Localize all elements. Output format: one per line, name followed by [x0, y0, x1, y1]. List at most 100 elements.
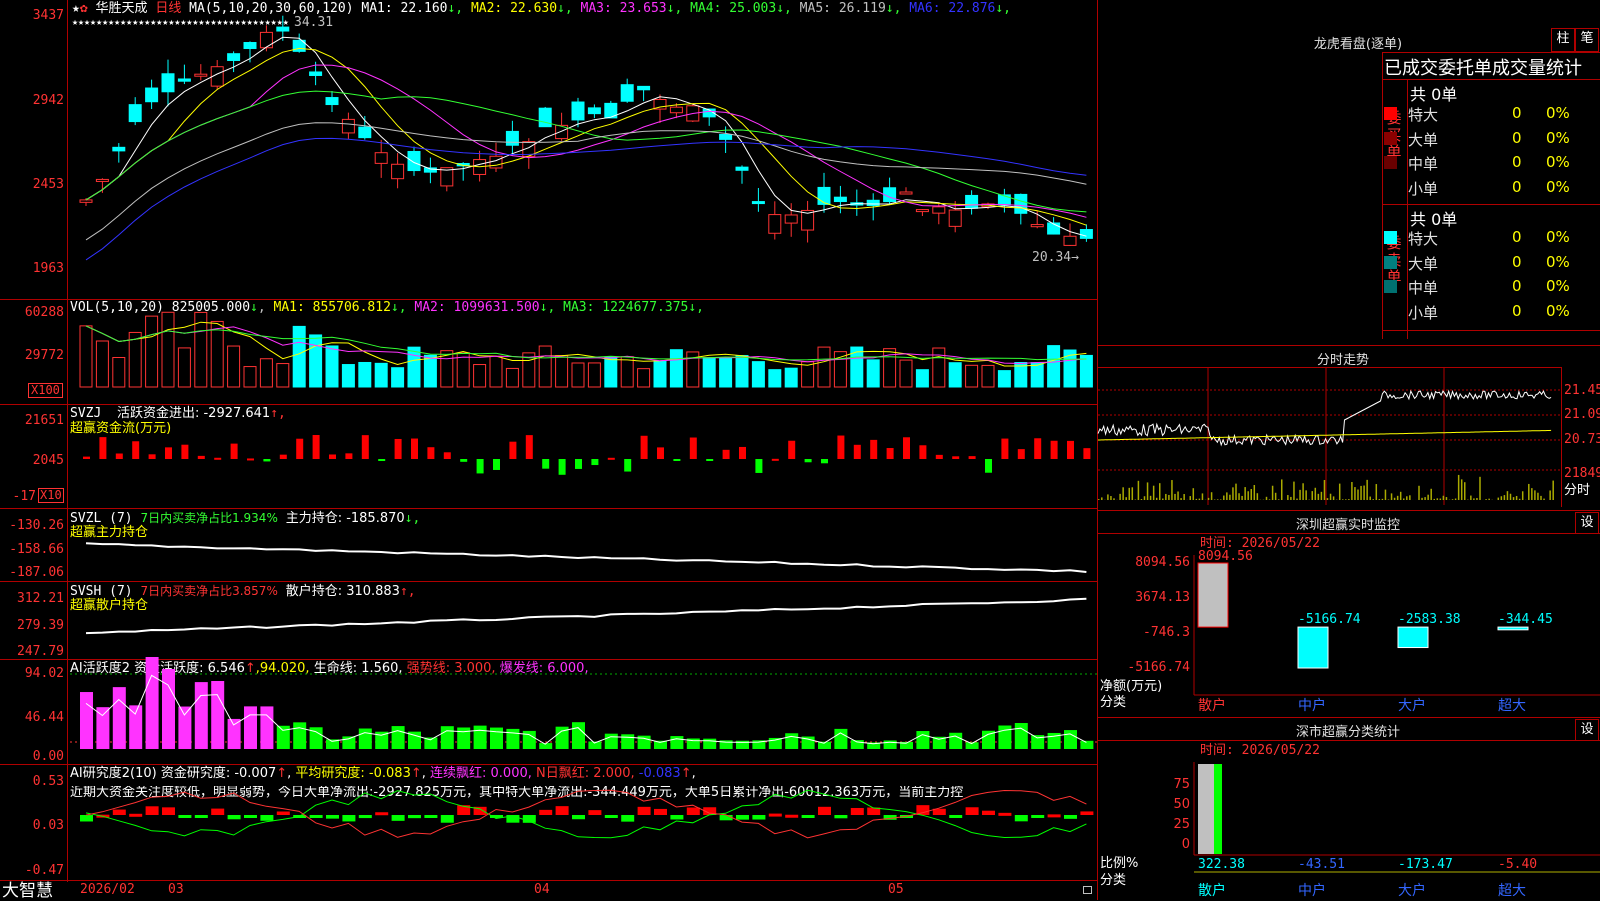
- intraday-vol-bar: [1519, 499, 1521, 500]
- research-bar: [769, 814, 782, 817]
- research-bar: [687, 808, 700, 815]
- classify-value-label: -5.40: [1498, 857, 1537, 872]
- ai-activity-panel[interactable]: AI活跃度2 资金活跃度: 6.546↑,94.020, 生命线: 1.560,…: [0, 659, 1097, 764]
- fund-flow-bar: [739, 447, 746, 459]
- intraday-vol-bar: [1366, 480, 1368, 500]
- intraday-panel[interactable]: 分时走势 21.45 21.09 20.73 21849 分时: [1098, 345, 1600, 510]
- brand-logo: 大智慧: [2, 882, 53, 900]
- ma-line-3: [86, 65, 1086, 217]
- volume-bars: [0, 299, 1097, 404]
- activity-bar: [1080, 741, 1093, 749]
- intraday-vol-bar: [1443, 496, 1445, 500]
- research-bar: [162, 807, 175, 815]
- svsh-panel[interactable]: SVSH (7) 7日内买卖净占比3.857% 散户持仓: 310.883↑, …: [0, 581, 1097, 659]
- intraday-vol-bar: [1257, 493, 1259, 500]
- intraday-vol-bar: [1461, 479, 1463, 500]
- activity-bar: [80, 692, 93, 749]
- research-bar: [1015, 815, 1028, 821]
- intraday-vol-bar: [1165, 494, 1167, 500]
- intraday-vol-bar: [1528, 484, 1530, 500]
- monitor-bar-散户: [1198, 563, 1228, 627]
- fund-flow-bar: [837, 436, 844, 459]
- fund-flow-bar: [280, 455, 287, 459]
- intraday-vol-bar: [1159, 483, 1161, 500]
- fund-flow-bar: [641, 436, 648, 459]
- research-bar: [982, 811, 995, 815]
- intraday-vol-bar: [1196, 499, 1198, 500]
- research-bar: [392, 815, 405, 821]
- classify-bar-retail-stripe: [1214, 764, 1222, 854]
- intraday-vol-bar: [1507, 491, 1509, 500]
- intraday-vol-bar: [1421, 498, 1423, 500]
- classify-panel[interactable]: 深市超赢分类统计 设 时间: 2026/05/22 7550250 比例% 分类…: [1098, 717, 1600, 900]
- intraday-vol-bar: [1190, 496, 1192, 500]
- fund-flow-bar: [542, 459, 549, 469]
- intraday-vol-bar: [1211, 492, 1213, 500]
- intraday-vol-bar: [1406, 496, 1408, 500]
- research-bar: [785, 815, 798, 818]
- research-bar: [638, 807, 651, 815]
- intraday-vol-bar: [1455, 499, 1457, 500]
- candle: [408, 147, 420, 176]
- candle: [113, 143, 125, 163]
- activity-bar: [146, 657, 159, 749]
- sell-row-count: 0: [1512, 302, 1522, 320]
- research-bar: [195, 815, 208, 818]
- activity-bar: [785, 733, 798, 749]
- fund-flow-bar: [821, 459, 828, 463]
- volume-bar: [900, 360, 912, 387]
- fund-flow-bar: [329, 454, 336, 459]
- intraday-vol-bar: [1312, 491, 1314, 500]
- intraday-vol-bar: [1339, 484, 1341, 500]
- intraday-vol-bar: [1129, 488, 1131, 500]
- intraday-vol-bar: [1125, 497, 1127, 500]
- volume-bar: [96, 341, 108, 387]
- volume-bar: [654, 361, 666, 387]
- research-bar: [720, 815, 733, 820]
- monitor-category-label: 散户: [1198, 697, 1226, 714]
- volume-bar: [1048, 346, 1060, 387]
- intraday-vol-bar: [1296, 499, 1298, 500]
- fund-flow-bar: [591, 459, 598, 465]
- fund-flow-bar: [116, 454, 123, 459]
- pen-mode-button[interactable]: 笔: [1575, 28, 1599, 52]
- intraday-vol-bar: [1504, 495, 1506, 500]
- candle: [392, 153, 404, 188]
- sell-row-pct: 0%: [1546, 277, 1600, 295]
- intraday-vol-bar: [1476, 498, 1478, 500]
- buy-row-count: 0: [1512, 104, 1522, 122]
- sell-color-swatch: [1384, 280, 1397, 293]
- svzj-panel[interactable]: SVZJ 活跃资金进出: -2927.641↑, 超赢资金流(万元) 21651…: [0, 404, 1097, 508]
- ai-research-panel[interactable]: AI研究度2(10) 资金研究度: -0.007↑, 平均研究度: -0.083…: [0, 764, 1097, 880]
- fund-flow-bar: [919, 445, 926, 459]
- svzl-panel[interactable]: SVZL (7) 7日内买卖净占比1.934% 主力持仓: -185.870↓,…: [0, 508, 1097, 581]
- buy-row-pct: 0%: [1546, 129, 1600, 147]
- candlestick-chart[interactable]: [0, 0, 1097, 299]
- research-bar: [949, 815, 962, 818]
- bar-mode-button[interactable]: 柱: [1551, 28, 1575, 52]
- sell-row-count: 0: [1512, 228, 1522, 246]
- volume-bar: [260, 359, 272, 387]
- activity-bar: [228, 719, 241, 749]
- sell-row-pct: 0%: [1546, 302, 1600, 320]
- intraday-vol-bar: [1156, 498, 1158, 500]
- intraday-vol-bar: [1241, 496, 1243, 500]
- price-panel[interactable]: ★✿ 华胜天成 日线 MA(5,10,20,30,60,120) MA1: 22…: [0, 0, 1097, 299]
- intraday-vol-bar: [1458, 475, 1460, 500]
- buy-row-pct: 0%: [1546, 104, 1600, 122]
- volume-bar: [178, 348, 190, 387]
- fund-flow-bar: [559, 459, 566, 475]
- intraday-vol-bar: [1315, 488, 1317, 500]
- candle: [752, 188, 764, 212]
- volume-bar: [966, 365, 978, 387]
- candle: [457, 162, 469, 181]
- fund-flow-bar: [509, 442, 516, 459]
- volume-bar: [949, 363, 961, 387]
- monitor-value-label: -5166.74: [1298, 612, 1361, 627]
- research-bar: [129, 814, 142, 817]
- intraday-vol-bar: [1141, 499, 1143, 500]
- intraday-vol-bar: [1180, 498, 1182, 500]
- monitor-panel[interactable]: 深圳超赢实时监控 设 时间: 2026/05/22 8094.563674.13…: [1098, 510, 1600, 717]
- volume-panel[interactable]: VOL(5,10,20) 825005.000↓, MA1: 855706.81…: [0, 299, 1097, 404]
- candle: [129, 97, 141, 125]
